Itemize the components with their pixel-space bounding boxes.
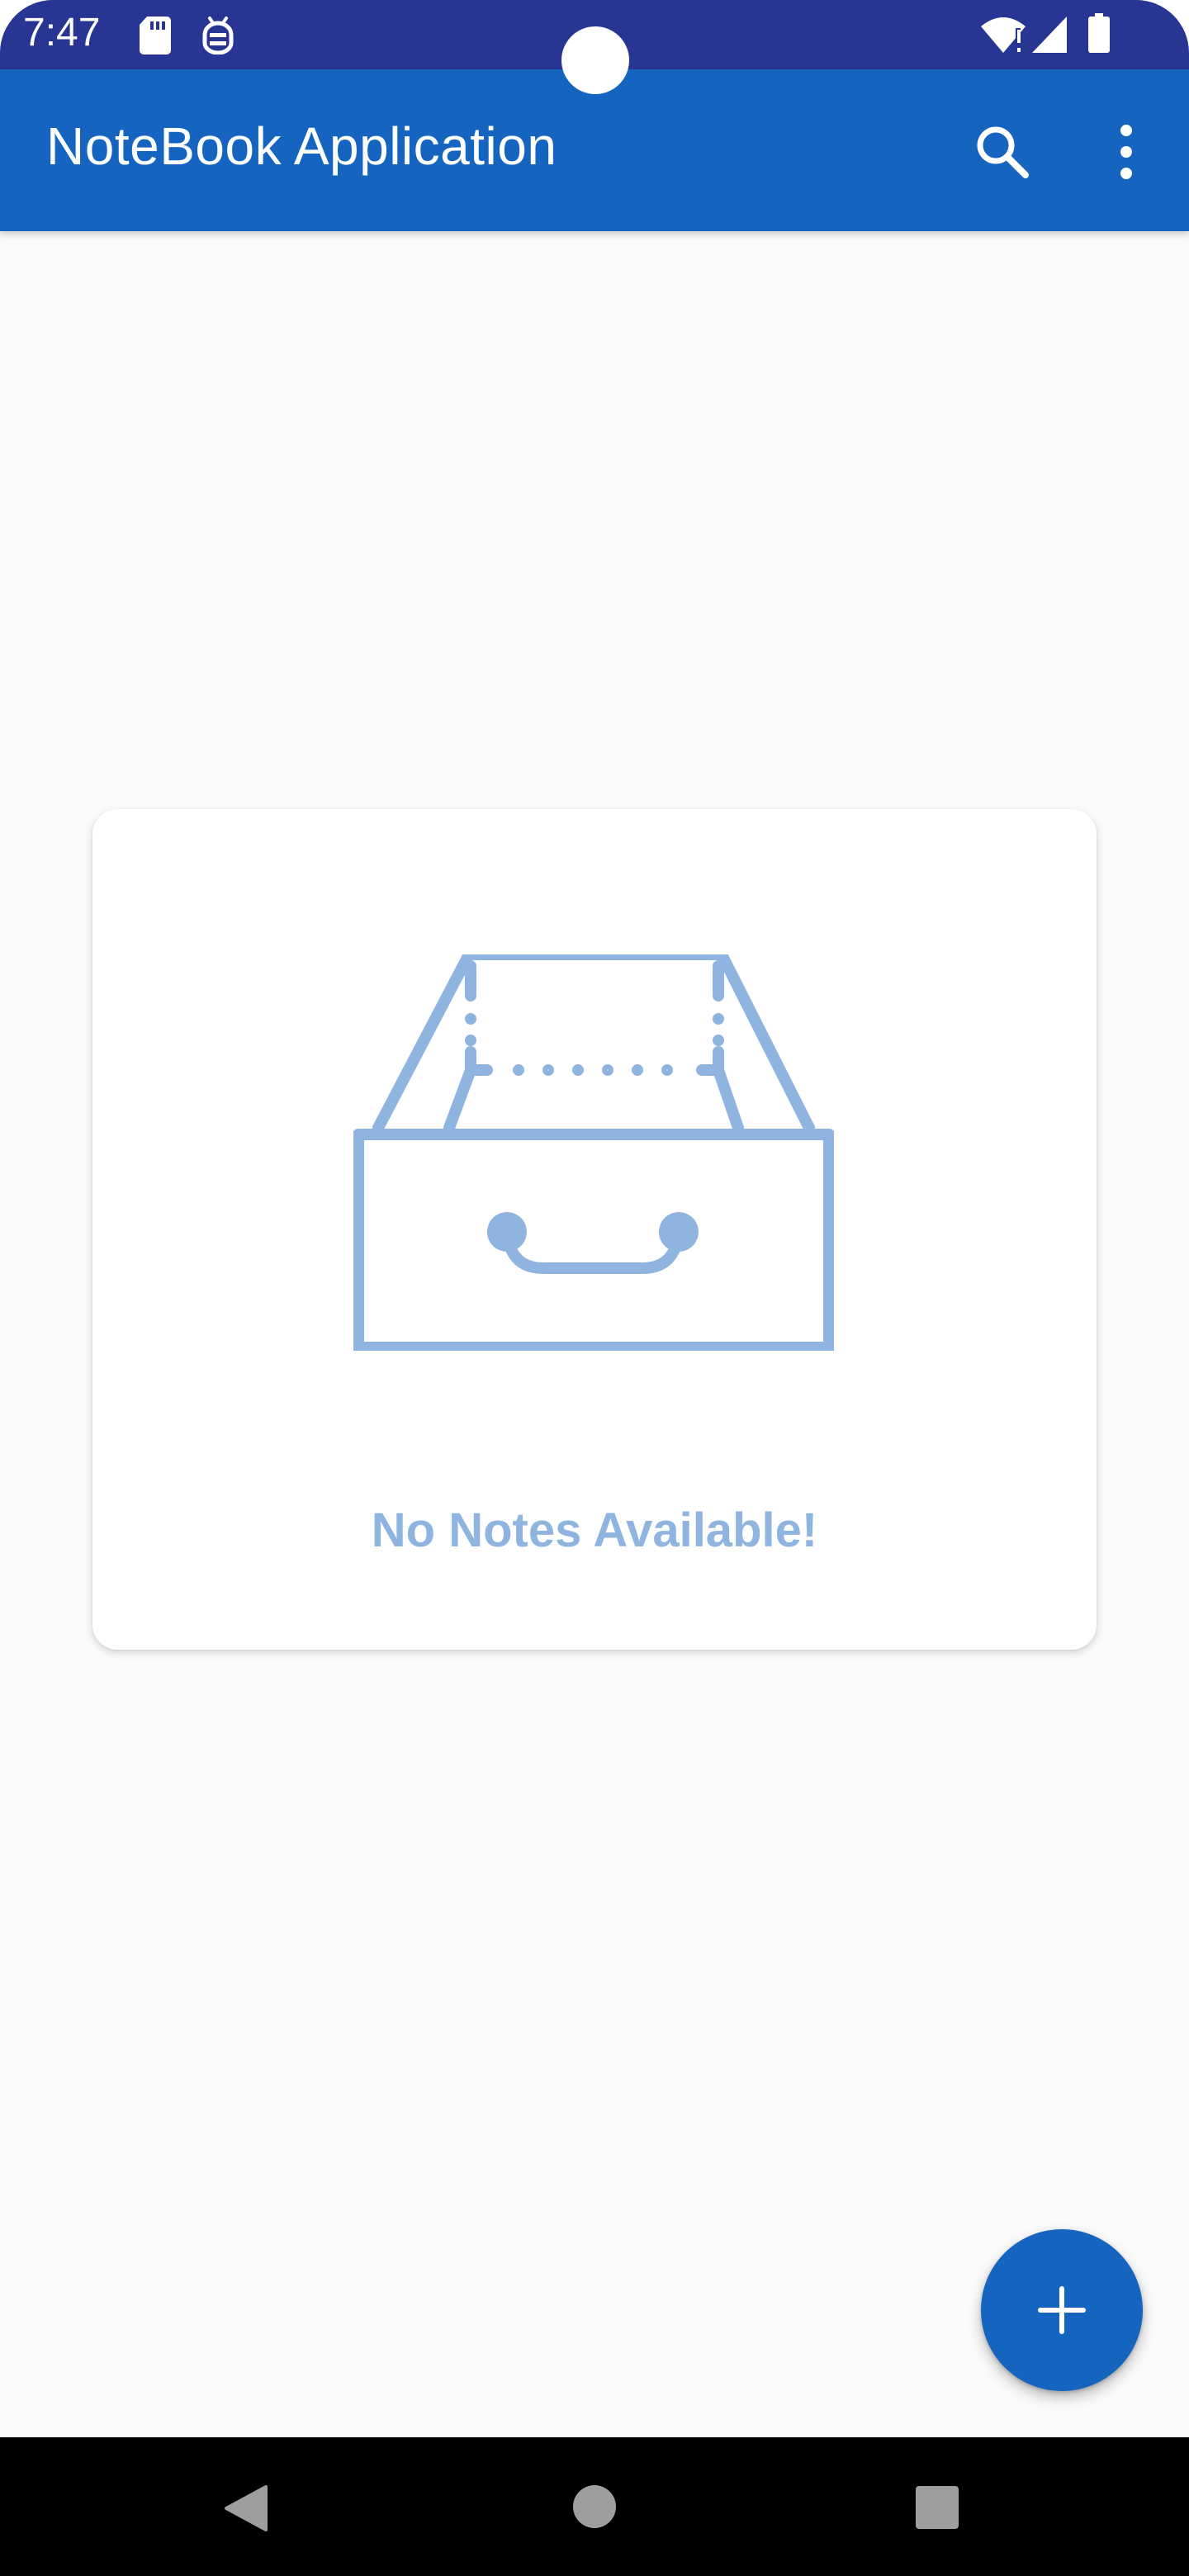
empty-state-message: No Notes Available! — [371, 1503, 818, 1557]
debug-icon — [202, 17, 234, 54]
signal-icon — [1032, 17, 1067, 53]
sd-card-icon — [140, 17, 171, 54]
search-icon — [977, 126, 1029, 178]
empty-state-card: No Notes Available! — [92, 809, 1097, 1650]
recents-icon[interactable] — [915, 2485, 959, 2530]
add-note-button[interactable] — [981, 2229, 1143, 2391]
wifi-icon — [981, 17, 1026, 53]
more-options-button[interactable] — [1092, 117, 1161, 187]
back-icon[interactable] — [223, 2484, 272, 2533]
camera-cutout — [561, 26, 629, 94]
status-bar: 7:47 — [0, 0, 1189, 94]
navigation-bar — [0, 2437, 1189, 2576]
status-time: 7:47 — [23, 11, 101, 54]
home-icon[interactable] — [571, 2484, 618, 2530]
search-button[interactable] — [968, 117, 1037, 187]
battery-icon — [1088, 13, 1110, 53]
app-title: NoteBook Application — [46, 116, 557, 176]
empty-drawer-icon — [353, 954, 834, 1351]
plus-icon — [1038, 2286, 1086, 2334]
more-vert-icon — [1120, 125, 1132, 179]
screen: 7:47 NoteBook Application No Notes Avail… — [0, 0, 1189, 2576]
